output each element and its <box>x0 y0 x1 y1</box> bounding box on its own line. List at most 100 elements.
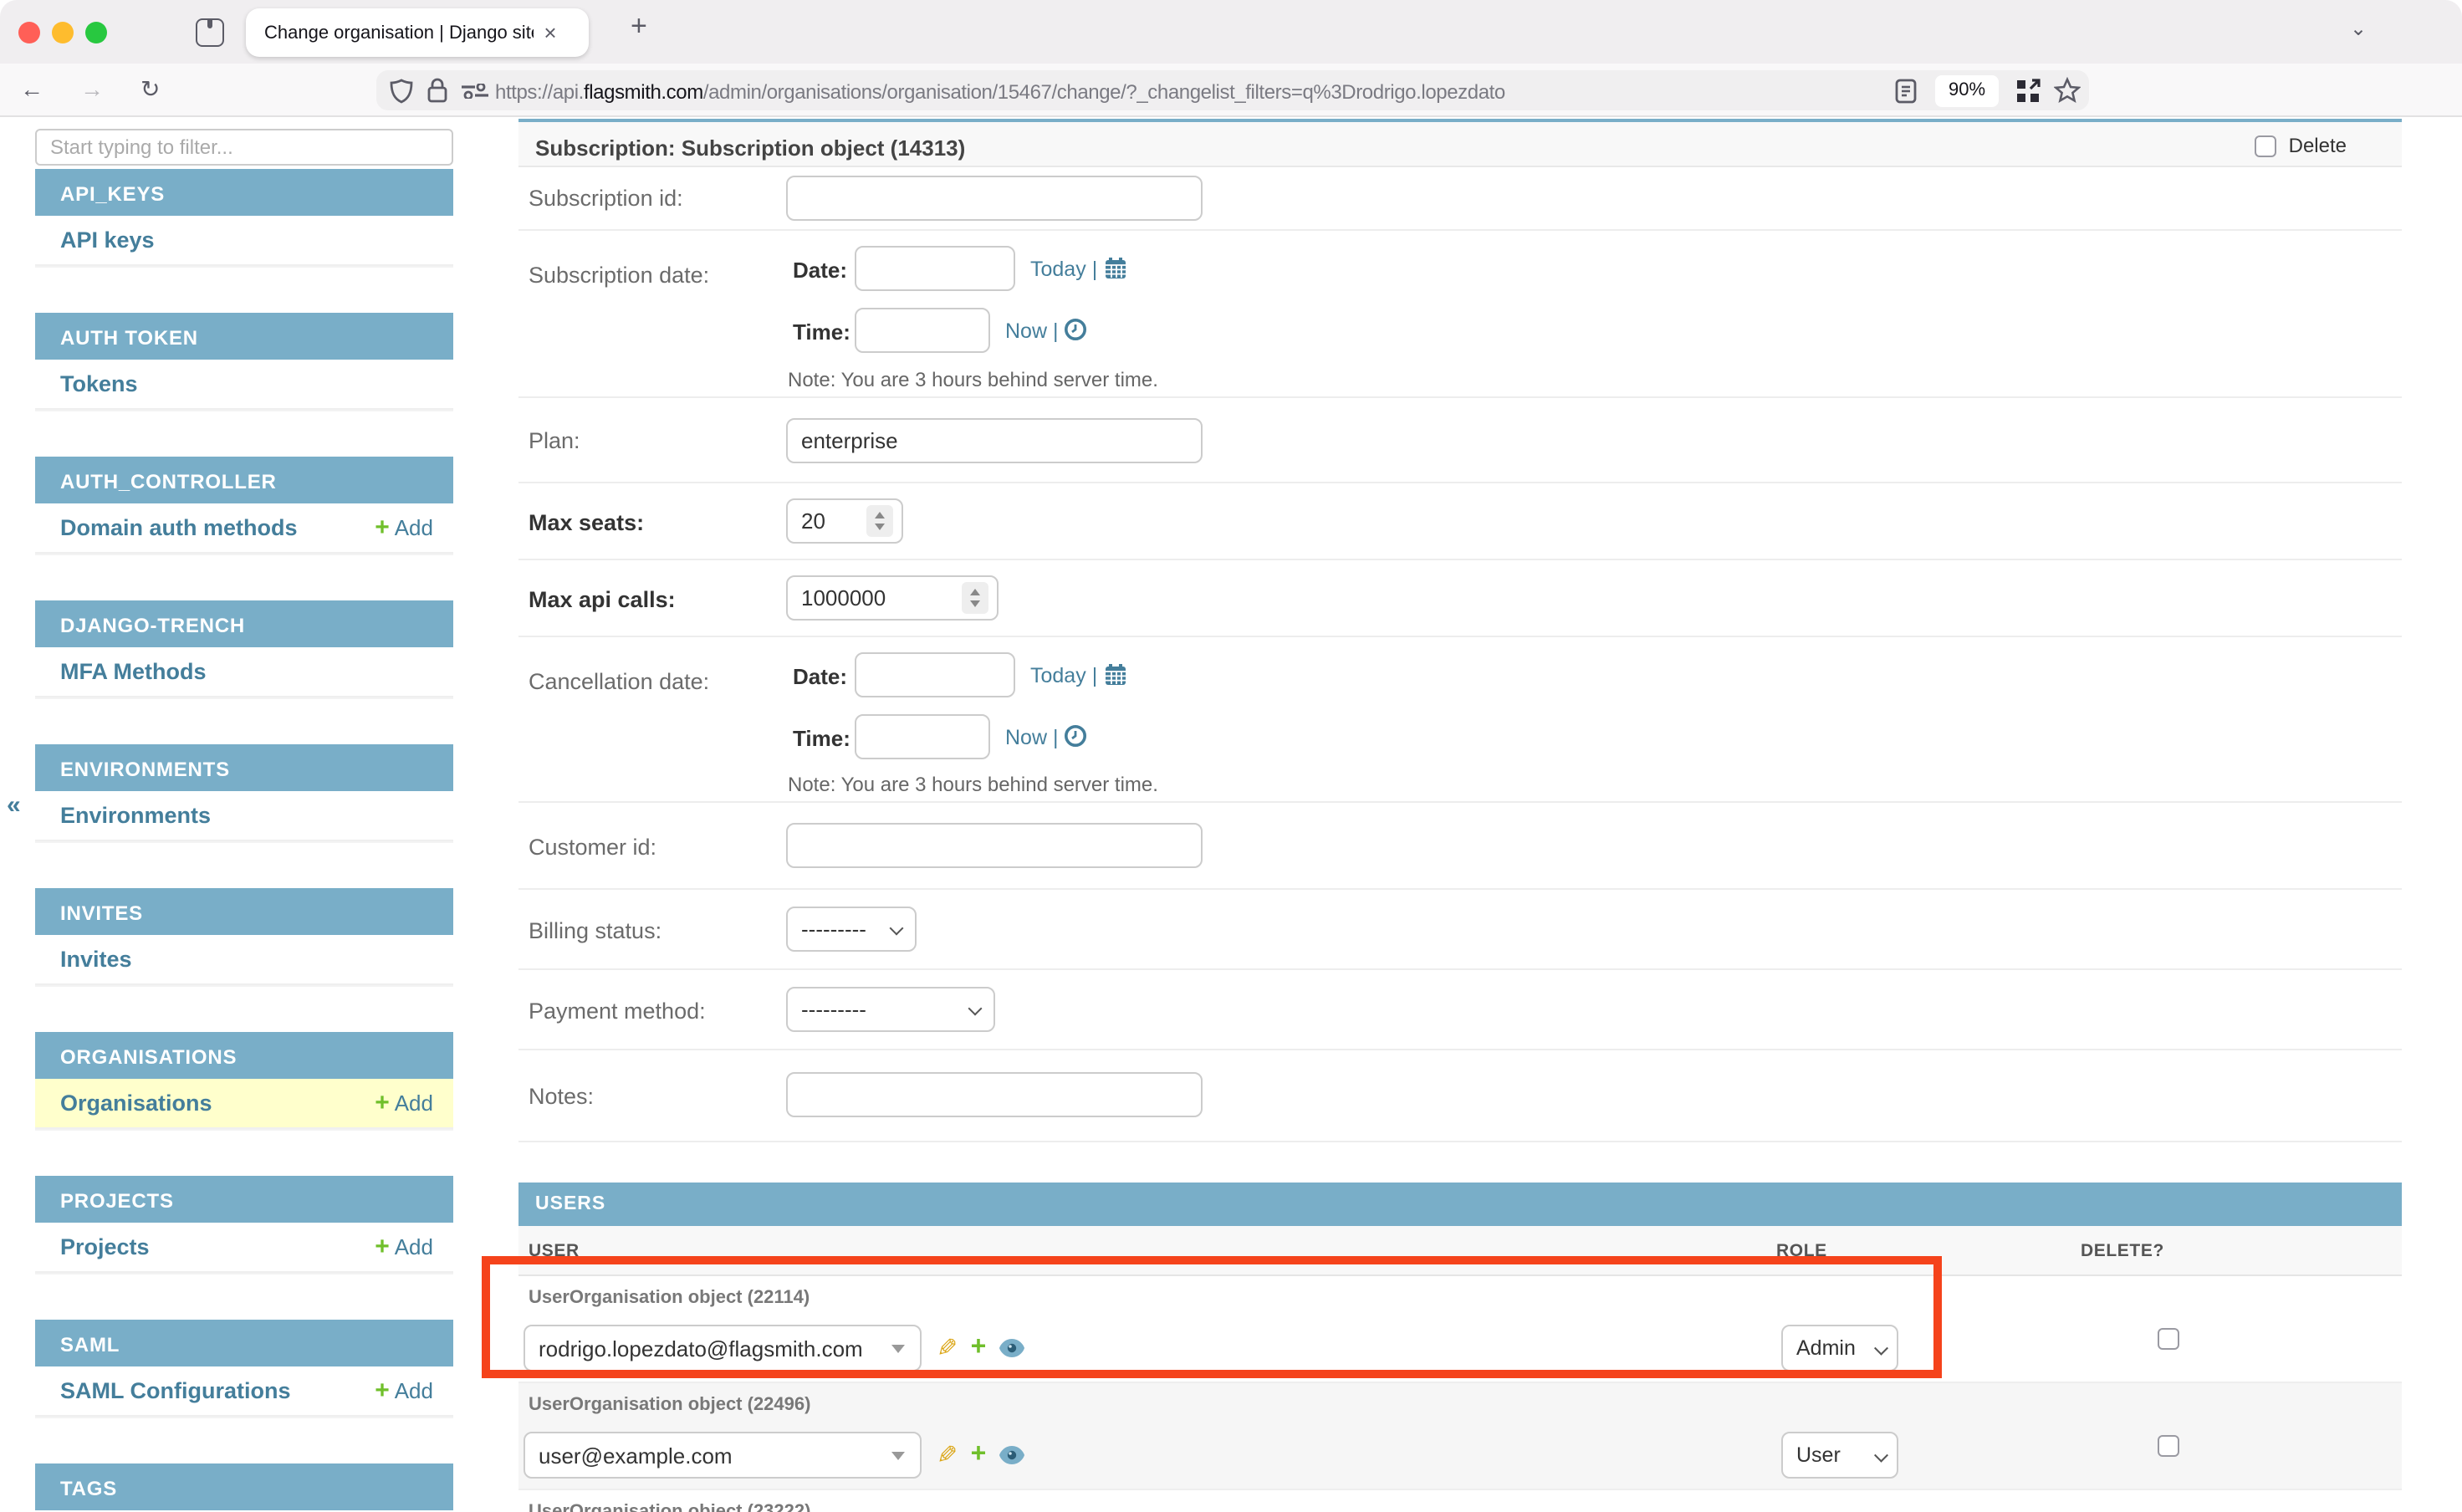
sidebar-spacer <box>35 697 453 744</box>
subscription-time-input[interactable] <box>855 308 990 353</box>
subscription-date-input[interactable] <box>855 246 1015 291</box>
now-link[interactable]: Now | <box>1005 724 1087 749</box>
today-link[interactable]: Today | <box>1030 256 1126 281</box>
add-link[interactable]: +Add <box>375 1377 433 1405</box>
role-value: Admin <box>1796 1336 1856 1360</box>
sidebar-item-api-keys[interactable]: API keys <box>35 216 453 266</box>
field-row-billing-status: Billing status: --------- <box>518 890 2402 970</box>
add-link[interactable]: +Add <box>375 513 433 542</box>
sidebar-item-label[interactable]: Projects <box>60 1234 375 1259</box>
sidebar-item-label[interactable]: SAML Configurations <box>60 1378 375 1403</box>
now-link[interactable]: Now | <box>1005 318 1087 343</box>
sidebar-spacer <box>35 1129 453 1176</box>
role-select[interactable]: Admin <box>1781 1325 1898 1372</box>
lock-icon[interactable] <box>427 77 448 104</box>
customer-id-input[interactable] <box>786 823 1203 868</box>
sidebar-spacer <box>35 985 453 1032</box>
firefox-view-icon[interactable] <box>196 18 224 47</box>
tab-close-icon[interactable]: × <box>534 20 567 45</box>
sidebar-spacer <box>35 554 453 600</box>
payment-method-select[interactable]: --------- <box>786 987 995 1032</box>
zoom-level-badge[interactable]: 90% <box>1935 74 1999 106</box>
sidebar-item-label[interactable]: Tokens <box>60 371 433 396</box>
separator: | <box>1092 664 1098 687</box>
view-user-button[interactable] <box>997 1432 1027 1479</box>
subscription-id-input[interactable] <box>786 176 1203 221</box>
sidebar-item-label[interactable]: API keys <box>60 227 433 253</box>
page-content: « API_KEYS API keys AUTH TOKEN Tokens AU… <box>0 117 2462 1512</box>
sidebar-item-environments[interactable]: Environments <box>35 791 453 841</box>
url-text[interactable]: https://api.flagsmith.com/admin/organisa… <box>495 79 1505 103</box>
sidebar-item-organisations[interactable]: Organisations +Add <box>35 1079 453 1129</box>
cancellation-date-input[interactable] <box>855 652 1015 697</box>
new-tab-button[interactable]: + <box>631 10 647 43</box>
url-bar[interactable]: https://api.flagsmith.com/admin/organisa… <box>376 70 2089 110</box>
user-select[interactable]: rodrigo.lopezdato@flagsmith.com <box>524 1325 922 1372</box>
tab-list-chevron-icon[interactable]: ⌄ <box>2350 17 2367 40</box>
reload-button[interactable]: ↻ <box>140 75 160 104</box>
url-path: /admin/organisations/organisation/15467/… <box>703 79 1505 103</box>
reader-view-icon[interactable] <box>1895 79 1917 104</box>
browser-tab[interactable]: Change organisation | Django site ad × <box>246 8 589 57</box>
field-row-subscription-date: Subscription date: Date: Today | Time: N… <box>518 231 2402 398</box>
add-link[interactable]: +Add <box>375 1089 433 1117</box>
sidebar-section-organisations: ORGANISATIONS <box>35 1032 453 1079</box>
sidebar-item-label[interactable]: Environments <box>60 803 433 828</box>
sidebar-filter-input[interactable] <box>35 129 453 166</box>
sidebar-item-label[interactable]: Organisations <box>60 1091 375 1116</box>
delete-control: Delete <box>2255 134 2347 157</box>
user-object-label: UserOrganisation object (23222) <box>529 1502 810 1512</box>
sidebar-item-mfa-methods[interactable]: MFA Methods <box>35 647 453 697</box>
add-link[interactable]: +Add <box>375 1233 433 1261</box>
number-spinner[interactable] <box>962 582 988 614</box>
chevron-down-icon <box>890 922 904 936</box>
sidebar-item-tokens[interactable]: Tokens <box>35 360 453 410</box>
column-header-user: USER <box>529 1241 580 1261</box>
forward-button[interactable]: → <box>80 75 104 102</box>
extension-grid-icon[interactable] <box>2015 79 2041 104</box>
sidebar-item-label[interactable]: Invites <box>60 947 433 972</box>
sidebar-item-projects[interactable]: Projects +Add <box>35 1223 453 1273</box>
now-label: Now <box>1005 319 1047 343</box>
user-object-label: UserOrganisation object (22114) <box>529 1288 810 1308</box>
clock-icon[interactable] <box>1064 318 1087 341</box>
add-user-button[interactable]: + <box>963 1432 993 1479</box>
window-close-button[interactable] <box>18 21 40 43</box>
sidebar-item-label[interactable]: MFA Methods <box>60 659 433 684</box>
delete-row-checkbox[interactable] <box>2158 1435 2179 1457</box>
sidebar-item-domain-auth-methods[interactable]: Domain auth methods +Add <box>35 503 453 554</box>
role-select[interactable]: User <box>1781 1432 1898 1479</box>
bookmark-star-icon[interactable] <box>2054 77 2081 104</box>
cancellation-time-input[interactable] <box>855 714 990 759</box>
subscription-fieldset: Subscription: Subscription object (14313… <box>518 119 2402 1142</box>
delete-row-checkbox[interactable] <box>2158 1328 2179 1350</box>
view-user-button[interactable] <box>997 1325 1027 1372</box>
users-column-headers: USER ROLE DELETE? <box>518 1226 2402 1276</box>
window-zoom-button[interactable] <box>85 21 107 43</box>
sidebar-spacer <box>35 1417 453 1463</box>
sidebar-item-label[interactable]: Domain auth methods <box>60 515 375 540</box>
number-spinner[interactable] <box>866 505 893 537</box>
plan-input[interactable] <box>786 418 1203 463</box>
sidebar-collapse-button[interactable]: « <box>7 791 21 820</box>
edit-user-button[interactable]: ✎ <box>932 1432 962 1479</box>
plus-icon: + <box>971 1333 987 1363</box>
today-link[interactable]: Today | <box>1030 662 1126 687</box>
sidebar-item-saml-configurations[interactable]: SAML Configurations +Add <box>35 1366 453 1417</box>
clock-icon[interactable] <box>1064 724 1087 748</box>
shield-icon[interactable] <box>390 78 413 103</box>
calendar-icon[interactable] <box>1103 662 1126 686</box>
billing-status-select[interactable]: --------- <box>786 907 917 952</box>
permissions-icon[interactable] <box>460 84 490 99</box>
calendar-icon[interactable] <box>1103 256 1126 279</box>
sidebar-item-invites[interactable]: Invites <box>35 935 453 985</box>
delete-checkbox[interactable] <box>2255 135 2277 156</box>
user-select[interactable]: user@example.com <box>524 1432 922 1479</box>
window-minimize-button[interactable] <box>52 21 74 43</box>
edit-user-button[interactable]: ✎ <box>932 1325 962 1372</box>
back-button[interactable]: ← <box>20 75 43 102</box>
add-user-button[interactable]: + <box>963 1325 993 1372</box>
field-label: Payment method: <box>529 999 706 1024</box>
separator: | <box>1092 258 1098 281</box>
notes-input[interactable] <box>786 1072 1203 1117</box>
